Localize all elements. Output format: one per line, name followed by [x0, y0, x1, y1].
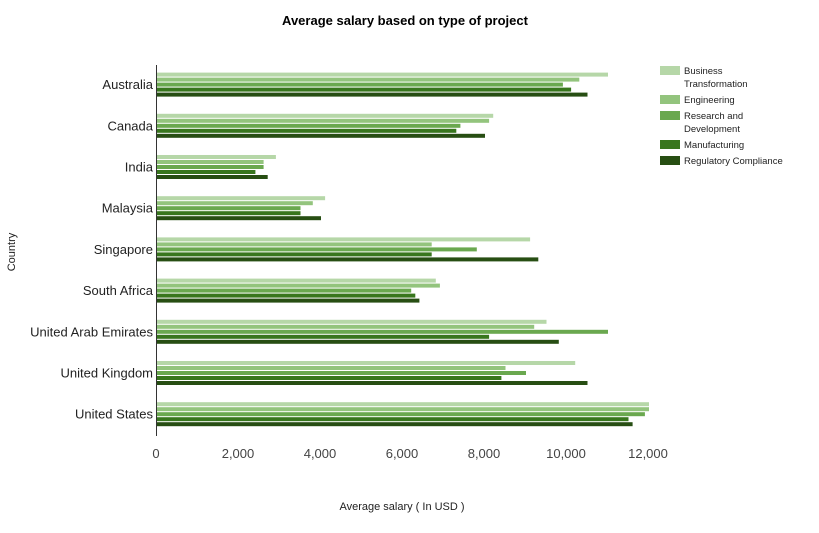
- bar-singapore-engineering: [157, 242, 432, 247]
- bar-united-arab-emirates-research-and-development: [157, 329, 608, 334]
- legend-swatch: [660, 156, 680, 165]
- x-tick-label: 10,000: [546, 446, 586, 461]
- legend-label: Research and: [684, 111, 743, 122]
- bar-south-africa-engineering: [157, 283, 440, 288]
- legend-item: Regulatory Compliance: [660, 156, 783, 167]
- legend-label: Transformation: [684, 79, 748, 90]
- bar-australia-business-transformation: [157, 72, 608, 77]
- x-tick-label: 6,000: [386, 446, 419, 461]
- category-label: Australia: [102, 77, 153, 92]
- bar-india-research-and-development: [157, 165, 264, 169]
- legend-swatch: [660, 66, 680, 75]
- bars-group: [157, 72, 649, 427]
- bar-united-states-business-transformation: [157, 402, 649, 407]
- bar-singapore-research-and-development: [157, 247, 477, 252]
- bar-south-africa-research-and-development: [157, 288, 412, 293]
- legend-swatch: [660, 111, 680, 120]
- bar-india-manufacturing: [157, 170, 256, 174]
- category-labels: Australia Canada India Malaysia Singapore Sou…: [30, 77, 154, 422]
- bar-india-engineering: [157, 160, 264, 164]
- category-label: South Africa: [83, 283, 154, 298]
- category-label: Canada: [107, 118, 153, 133]
- category-label: Singapore: [94, 242, 153, 257]
- bar-india-regulatory-compliance: [157, 175, 268, 179]
- chart-title: Average salary based on type of project: [282, 13, 529, 28]
- bar-australia-manufacturing: [157, 87, 572, 92]
- legend-label: Business: [684, 66, 723, 77]
- bar-united-arab-emirates-engineering: [157, 324, 535, 329]
- bar-united-states-research-and-development: [157, 412, 645, 417]
- category-label: United States: [75, 407, 154, 422]
- bar-united-arab-emirates-manufacturing: [157, 334, 490, 339]
- bar-australia-research-and-development: [157, 82, 563, 87]
- bar-united-kingdom-engineering: [157, 366, 506, 370]
- category-label: United Arab Emirates: [30, 324, 153, 339]
- bar-canada-research-and-development: [157, 123, 461, 128]
- legend-item: Manufacturing: [660, 140, 744, 151]
- bar-canada-engineering: [157, 118, 490, 123]
- bar-united-kingdom-business-transformation: [157, 361, 576, 365]
- x-tick-label: 4,000: [304, 446, 337, 461]
- bar-india-business-transformation: [157, 155, 276, 159]
- bar-united-states-regulatory-compliance: [157, 422, 633, 427]
- bar-united-states-manufacturing: [157, 417, 629, 422]
- x-axis-label: Average salary ( In USD ): [339, 501, 464, 513]
- bar-australia-engineering: [157, 77, 580, 82]
- bar-canada-business-transformation: [157, 113, 494, 118]
- x-tick-label: 8,000: [468, 446, 501, 461]
- legend-item: Business Transformation: [660, 66, 748, 90]
- legend-item: Engineering: [660, 95, 735, 106]
- legend-item: Research and Development: [660, 111, 743, 135]
- category-label: United Kingdom: [61, 366, 154, 381]
- bar-malaysia-business-transformation: [157, 196, 326, 201]
- bar-united-kingdom-manufacturing: [157, 376, 502, 380]
- bar-australia-regulatory-compliance: [157, 92, 588, 97]
- bar-united-arab-emirates-business-transformation: [157, 319, 547, 324]
- legend-label: Regulatory Compliance: [684, 156, 783, 167]
- x-tick-label: 2,000: [222, 446, 255, 461]
- legend-label: Development: [684, 124, 740, 135]
- chart: Average salary based on type of project …: [6, 13, 783, 513]
- bar-south-africa-manufacturing: [157, 293, 416, 298]
- legend-swatch: [660, 140, 680, 149]
- y-axis-label: Country: [6, 232, 18, 271]
- bar-south-africa-business-transformation: [157, 278, 436, 283]
- x-tick-label: 12,000: [628, 446, 668, 461]
- bar-united-arab-emirates-regulatory-compliance: [157, 339, 559, 344]
- bar-singapore-manufacturing: [157, 252, 432, 257]
- bar-singapore-regulatory-compliance: [157, 257, 539, 262]
- bar-malaysia-manufacturing: [157, 211, 301, 216]
- bar-united-kingdom-regulatory-compliance: [157, 381, 588, 385]
- bar-malaysia-regulatory-compliance: [157, 216, 321, 221]
- category-label: India: [125, 160, 154, 175]
- bar-canada-regulatory-compliance: [157, 133, 485, 138]
- bar-malaysia-engineering: [157, 201, 313, 206]
- bar-canada-manufacturing: [157, 128, 457, 133]
- x-tick-labels: 0 2,000 4,000 6,000 8,000 10,000 12,000: [152, 446, 668, 461]
- category-label: Malaysia: [102, 201, 154, 216]
- legend-label: Manufacturing: [684, 140, 744, 151]
- bar-united-states-engineering: [157, 407, 649, 412]
- legend: Business Transformation Engineering Researc…: [660, 66, 783, 167]
- bar-south-africa-regulatory-compliance: [157, 298, 420, 303]
- legend-swatch: [660, 95, 680, 104]
- bar-united-kingdom-research-and-development: [157, 371, 526, 375]
- x-tick-label: 0: [152, 446, 159, 461]
- bar-singapore-business-transformation: [157, 237, 531, 242]
- legend-label: Engineering: [684, 95, 735, 106]
- bar-malaysia-research-and-development: [157, 206, 301, 211]
